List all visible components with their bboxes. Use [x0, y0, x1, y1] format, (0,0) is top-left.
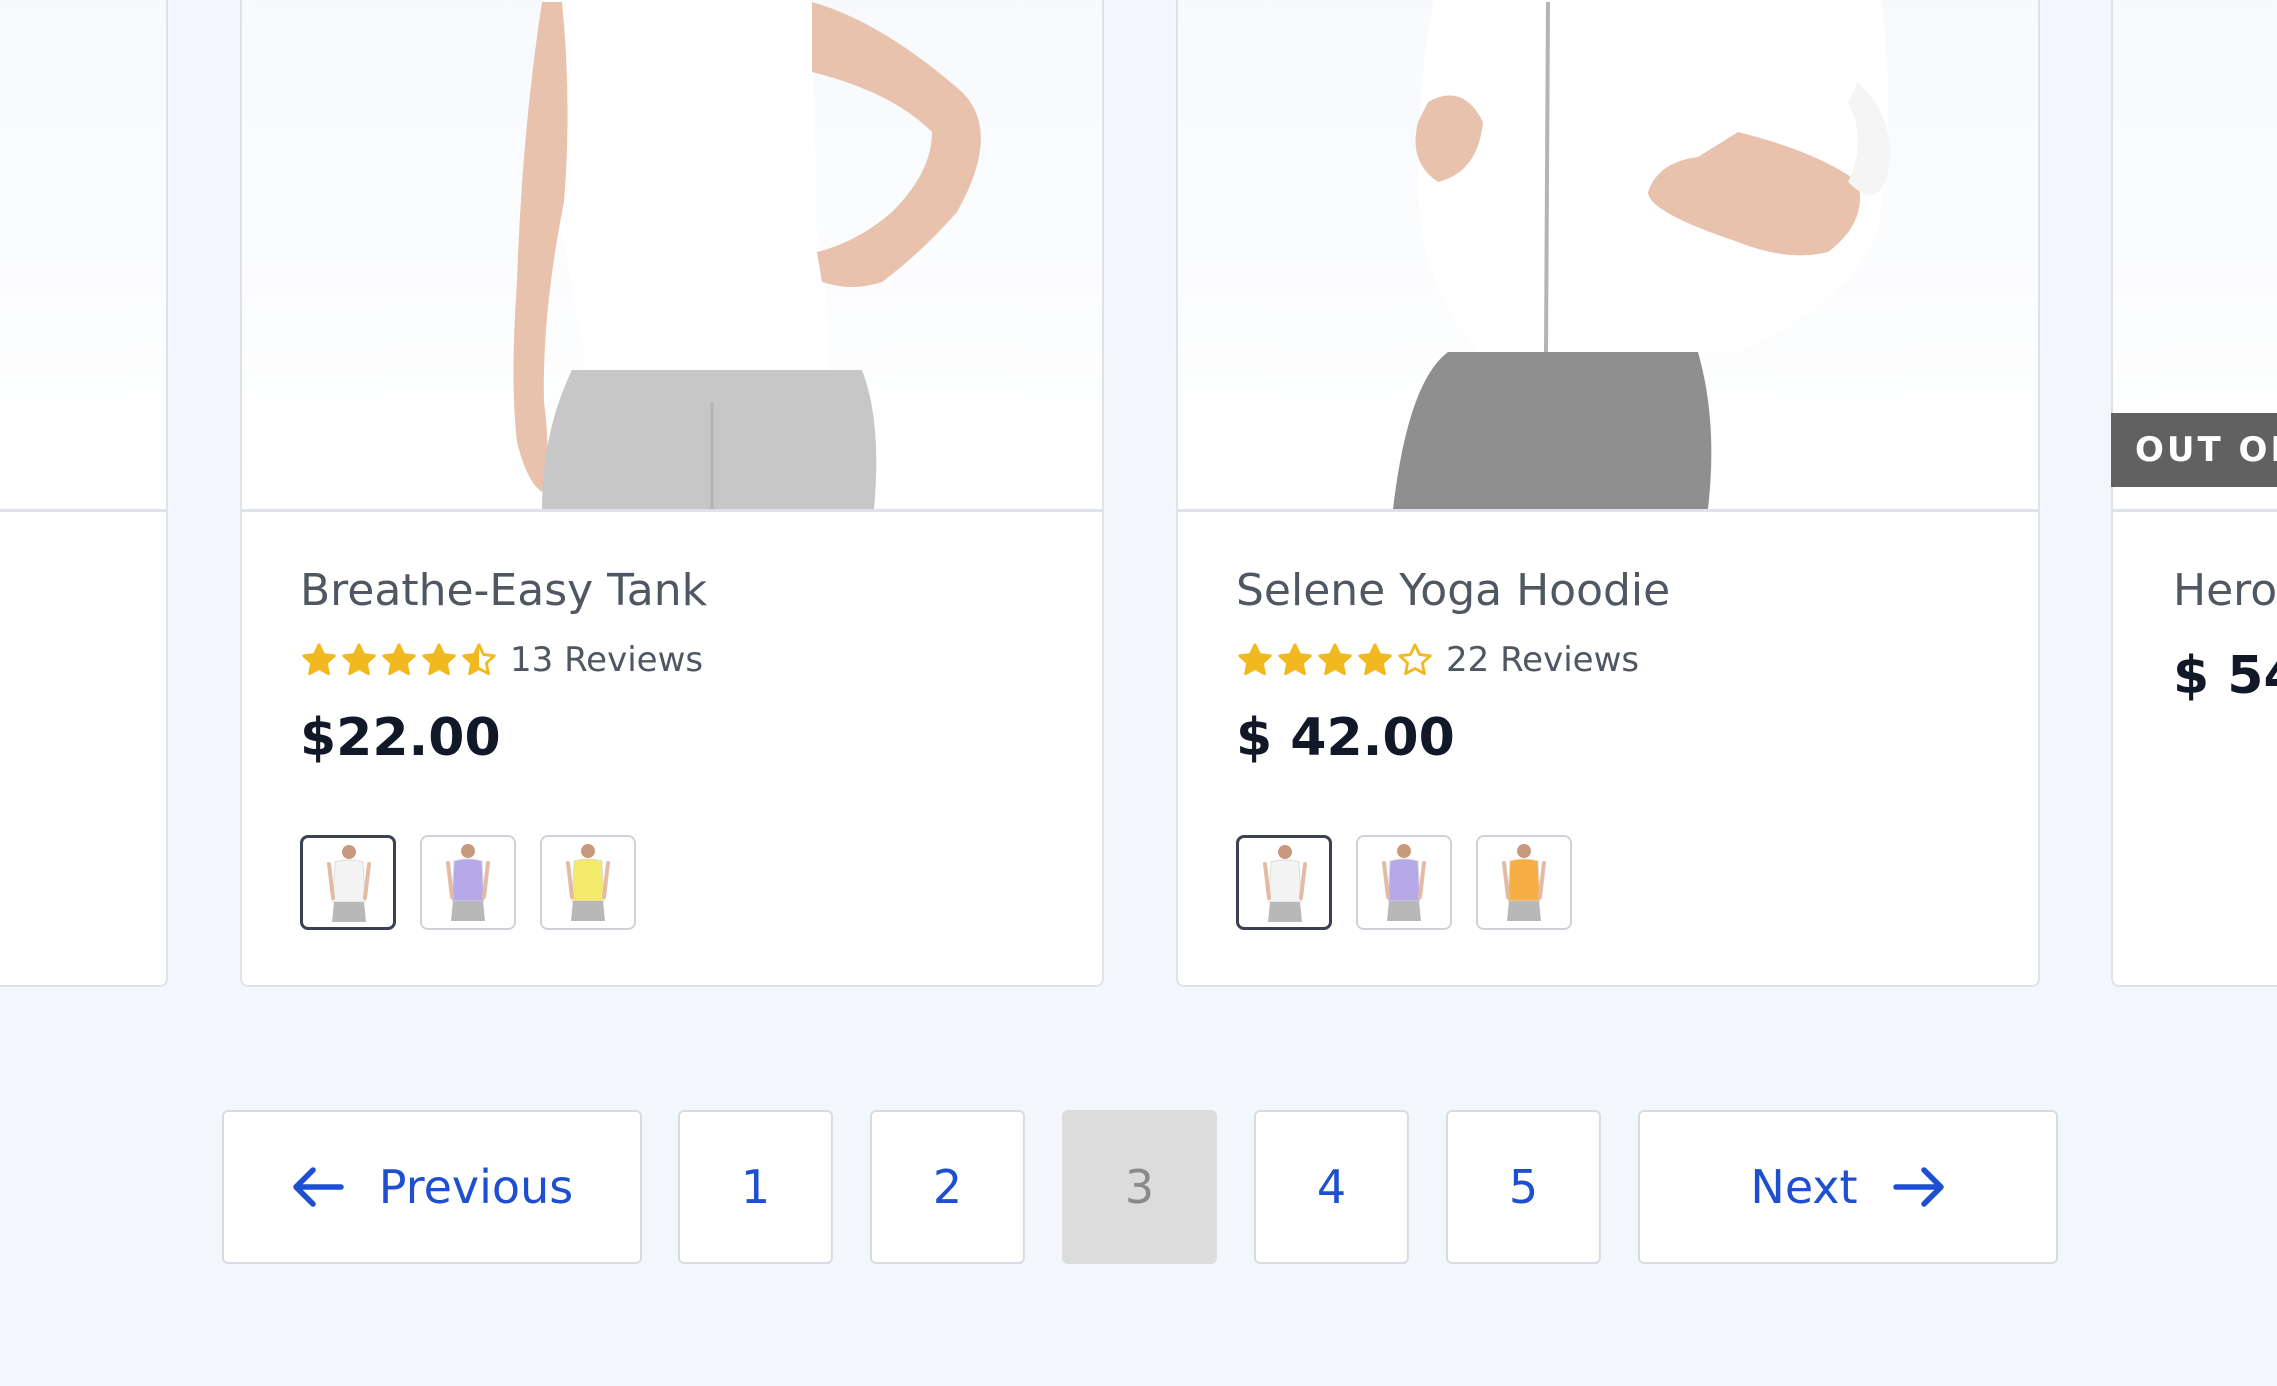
- color-swatches: [300, 835, 636, 930]
- page-number: 5: [1508, 1160, 1539, 1214]
- star-icon: [1236, 641, 1274, 679]
- next-label: Next: [1750, 1160, 1858, 1214]
- product-image[interactable]: [0, 0, 166, 512]
- reviews-link[interactable]: 13 Reviews: [510, 640, 703, 680]
- out-of-stock-badge: OUT OF: [2111, 413, 2277, 487]
- color-swatch-yellow[interactable]: [540, 835, 636, 930]
- star-icon: [380, 641, 418, 679]
- color-swatch-orange[interactable]: [1476, 835, 1572, 930]
- page-number: 1: [740, 1160, 771, 1214]
- product-price: $ 42.00: [1236, 708, 1455, 768]
- previous-page-button[interactable]: Previous: [222, 1110, 642, 1264]
- product-name[interactable]: Breathe-Easy Tank: [300, 565, 707, 616]
- page-number: 2: [932, 1160, 963, 1214]
- color-swatch-lavender[interactable]: [1356, 835, 1452, 930]
- product-card[interactable]: Hero $ 54: [2111, 0, 2277, 987]
- arrow-right-icon: [1892, 1165, 1946, 1209]
- product-rating: 13 Reviews: [300, 640, 703, 680]
- page-4-button[interactable]: 4: [1254, 1110, 1409, 1264]
- product-rating: 22 Reviews: [1236, 640, 1639, 680]
- color-swatch-lavender[interactable]: [420, 835, 516, 930]
- product-card[interactable]: Breathe-Easy Tank 13 Reviews $22.00: [240, 0, 1104, 987]
- color-swatch-white[interactable]: [300, 835, 396, 930]
- page-5-button[interactable]: 5: [1446, 1110, 1601, 1264]
- star-icon: [420, 641, 458, 679]
- star-icon: [300, 641, 338, 679]
- product-name[interactable]: Selene Yoga Hoodie: [1236, 565, 1670, 616]
- arrow-left-icon: [291, 1165, 345, 1209]
- star-icon: [1316, 641, 1354, 679]
- previous-label: Previous: [378, 1160, 574, 1214]
- color-swatches: [1236, 835, 1572, 930]
- product-price: $ 54: [2173, 646, 2277, 706]
- product-card[interactable]: Selene Yoga Hoodie 22 Reviews $ 42.00: [1176, 0, 2040, 987]
- page-2-button[interactable]: 2: [870, 1110, 1025, 1264]
- product-card[interactable]: [0, 0, 168, 987]
- star-icon: [1276, 641, 1314, 679]
- product-image[interactable]: [1178, 0, 2038, 512]
- product-name[interactable]: Hero: [2173, 565, 2277, 616]
- page-3-button[interactable]: 3: [1062, 1110, 1217, 1264]
- product-image[interactable]: [242, 0, 1102, 512]
- star-icon: [1396, 641, 1434, 679]
- star-icon: [460, 641, 498, 679]
- next-page-button[interactable]: Next: [1638, 1110, 2058, 1264]
- color-swatch-white[interactable]: [1236, 835, 1332, 930]
- star-icon: [340, 641, 378, 679]
- page-number: 3: [1124, 1160, 1155, 1214]
- page-number: 4: [1316, 1160, 1347, 1214]
- reviews-link[interactable]: 22 Reviews: [1446, 640, 1639, 680]
- rating-stars: [300, 641, 498, 679]
- rating-stars: [1236, 641, 1434, 679]
- page-1-button[interactable]: 1: [678, 1110, 833, 1264]
- product-price: $22.00: [300, 708, 501, 768]
- star-icon: [1356, 641, 1394, 679]
